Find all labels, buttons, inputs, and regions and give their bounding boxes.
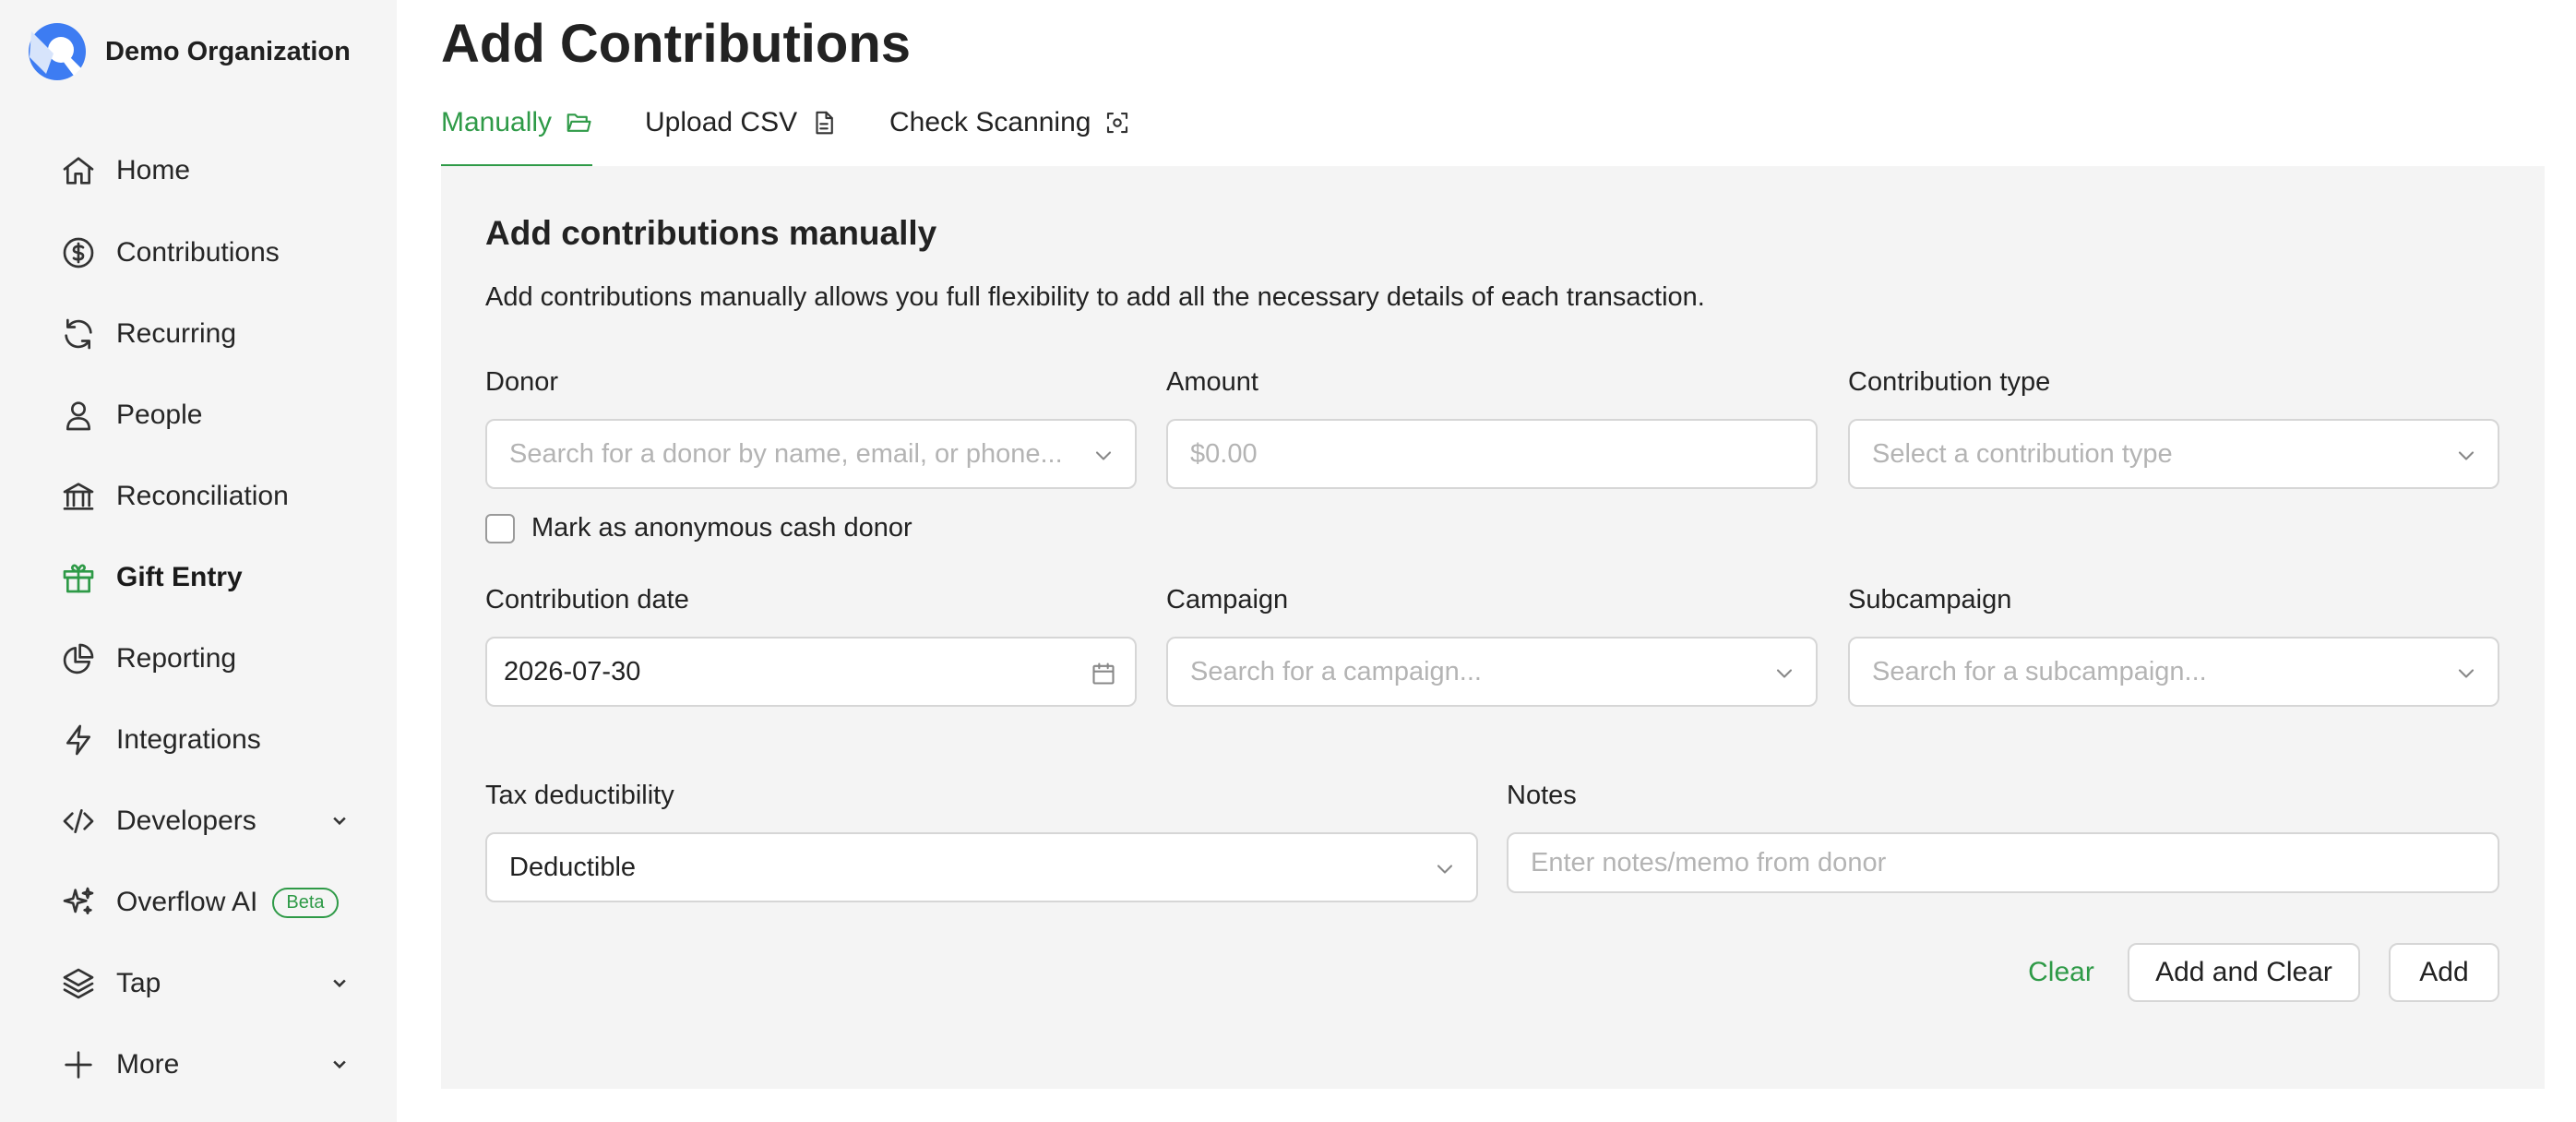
pie-chart-icon bbox=[57, 638, 100, 680]
contribution-date-label: Contribution date bbox=[485, 585, 689, 615]
contribution-type-label: Contribution type bbox=[1848, 367, 2051, 397]
notes-placeholder: Enter notes/memo from donor bbox=[1531, 847, 1887, 877]
anonymous-donor-checkbox-row[interactable]: Mark as anonymous cash donor bbox=[485, 513, 912, 543]
sidebar-item-label: People bbox=[116, 400, 203, 430]
plus-icon bbox=[57, 1044, 100, 1086]
sidebar-item-label: Contributions bbox=[116, 237, 280, 268]
campaign-label: Campaign bbox=[1166, 585, 1289, 615]
sidebar-item-gift-entry[interactable]: Gift Entry bbox=[57, 550, 352, 605]
contribution-type-placeholder: Select a contribution type bbox=[1872, 438, 2173, 469]
lightning-icon bbox=[57, 719, 100, 761]
sidebar-item-label: Recurring bbox=[116, 318, 237, 349]
file-icon bbox=[810, 109, 838, 137]
subcampaign-label: Subcampaign bbox=[1848, 585, 2012, 615]
tab-check-scanning[interactable]: Check Scanning bbox=[889, 101, 1131, 168]
donor-select[interactable]: Search for a donor by name, email, or ph… bbox=[485, 419, 1137, 489]
person-icon bbox=[57, 394, 100, 436]
sidebar-item-integrations[interactable]: Integrations bbox=[57, 712, 352, 768]
calendar-icon[interactable] bbox=[1091, 661, 1116, 686]
sidebar-item-recurring[interactable]: Recurring bbox=[57, 306, 352, 362]
notes-label: Notes bbox=[1507, 781, 1577, 810]
sidebar-item-label: Integrations bbox=[116, 724, 261, 755]
chevron-down-icon[interactable] bbox=[327, 971, 352, 997]
sidebar-item-label: Gift Entry bbox=[116, 562, 243, 592]
sidebar-item-label: Developers bbox=[116, 806, 256, 836]
code-icon bbox=[57, 800, 100, 842]
chevron-down-icon bbox=[2453, 443, 2479, 469]
sidebar-item-overflow-ai[interactable]: Overflow AI Beta bbox=[57, 875, 352, 930]
chevron-down-icon[interactable] bbox=[327, 808, 352, 834]
sidebar-item-contributions[interactable]: Contributions bbox=[57, 225, 352, 280]
sidebar-item-label: Tap bbox=[116, 968, 161, 998]
amount-label: Amount bbox=[1166, 367, 1258, 397]
subcampaign-select[interactable]: Search for a subcampaign... bbox=[1848, 637, 2499, 707]
folder-icon bbox=[565, 109, 592, 137]
sidebar-item-label: Reporting bbox=[116, 643, 237, 674]
add-and-clear-button[interactable]: Add and Clear bbox=[2128, 943, 2360, 1002]
sidebar-item-label: Home bbox=[116, 155, 191, 185]
layers-icon bbox=[57, 962, 100, 1005]
page-title: Add Contributions bbox=[441, 14, 912, 74]
anonymous-donor-checkbox[interactable] bbox=[485, 513, 515, 543]
tab-upload-csv[interactable]: Upload CSV bbox=[645, 101, 838, 168]
sidebar-item-reconciliation[interactable]: Reconciliation bbox=[57, 469, 352, 524]
donor-label: Donor bbox=[485, 367, 558, 397]
refresh-icon bbox=[57, 313, 100, 355]
sparkles-icon bbox=[57, 881, 100, 924]
org-logo-icon bbox=[29, 23, 86, 80]
sidebar-item-reporting[interactable]: Reporting bbox=[57, 631, 352, 686]
contribution-date-value: 2026-07-30 bbox=[504, 656, 641, 686]
home-icon bbox=[57, 149, 100, 192]
sidebar: Demo Organization Home Contributions Rec… bbox=[0, 0, 397, 1122]
bank-icon bbox=[57, 475, 100, 518]
tab-label: Upload CSV bbox=[645, 107, 798, 137]
tab-bar: Manually Upload CSV Check Scanning bbox=[441, 101, 2545, 168]
sidebar-item-more[interactable]: More bbox=[57, 1037, 352, 1092]
sidebar-item-tap[interactable]: Tap bbox=[57, 956, 352, 1011]
chevron-down-icon bbox=[1091, 443, 1116, 469]
org-name: Demo Organization bbox=[105, 36, 351, 66]
sidebar-item-label: Overflow AI bbox=[116, 887, 258, 917]
subcampaign-placeholder: Search for a subcampaign... bbox=[1872, 656, 2207, 686]
clear-button[interactable]: Clear bbox=[2015, 943, 2107, 1002]
sidebar-item-developers[interactable]: Developers bbox=[57, 794, 352, 849]
contribution-date-input[interactable]: 2026-07-30 bbox=[485, 637, 1137, 707]
chevron-down-icon bbox=[1432, 856, 1458, 882]
dollar-circle-icon bbox=[57, 232, 100, 274]
tax-deductibility-select[interactable]: Deductible bbox=[485, 832, 1478, 902]
tab-label: Manually bbox=[441, 107, 553, 137]
chevron-down-icon bbox=[2453, 661, 2479, 686]
chevron-down-icon bbox=[1771, 661, 1797, 686]
notes-input[interactable]: Enter notes/memo from donor bbox=[1507, 832, 2499, 893]
tax-deductibility-label: Tax deductibility bbox=[485, 781, 674, 810]
add-button[interactable]: Add bbox=[2389, 943, 2499, 1002]
campaign-select[interactable]: Search for a campaign... bbox=[1166, 637, 1818, 707]
panel-description: Add contributions manually allows you fu… bbox=[485, 282, 1705, 312]
tax-deductibility-value: Deductible bbox=[509, 852, 637, 882]
beta-badge: Beta bbox=[272, 887, 339, 918]
sidebar-item-people[interactable]: People bbox=[57, 388, 352, 443]
campaign-placeholder: Search for a campaign... bbox=[1190, 656, 1482, 686]
donor-placeholder: Search for a donor by name, email, or ph… bbox=[509, 438, 1063, 469]
anonymous-donor-label: Mark as anonymous cash donor bbox=[531, 513, 912, 543]
contribution-type-select[interactable]: Select a contribution type bbox=[1848, 419, 2499, 489]
sidebar-item-label: More bbox=[116, 1049, 180, 1080]
scan-icon bbox=[1103, 109, 1131, 137]
panel-title: Add contributions manually bbox=[485, 214, 937, 252]
amount-input[interactable]: $0.00 bbox=[1166, 419, 1818, 489]
org-switcher[interactable]: Demo Organization bbox=[26, 20, 351, 83]
manual-entry-panel: Add contributions manually Add contribut… bbox=[441, 166, 2545, 1089]
gift-icon bbox=[57, 556, 100, 599]
tab-manually[interactable]: Manually bbox=[441, 101, 593, 168]
chevron-down-icon[interactable] bbox=[327, 1052, 352, 1078]
sidebar-item-label: Reconciliation bbox=[116, 481, 289, 511]
sidebar-item-home[interactable]: Home bbox=[57, 143, 352, 198]
tab-label: Check Scanning bbox=[889, 107, 1091, 137]
amount-placeholder: $0.00 bbox=[1190, 438, 1258, 469]
